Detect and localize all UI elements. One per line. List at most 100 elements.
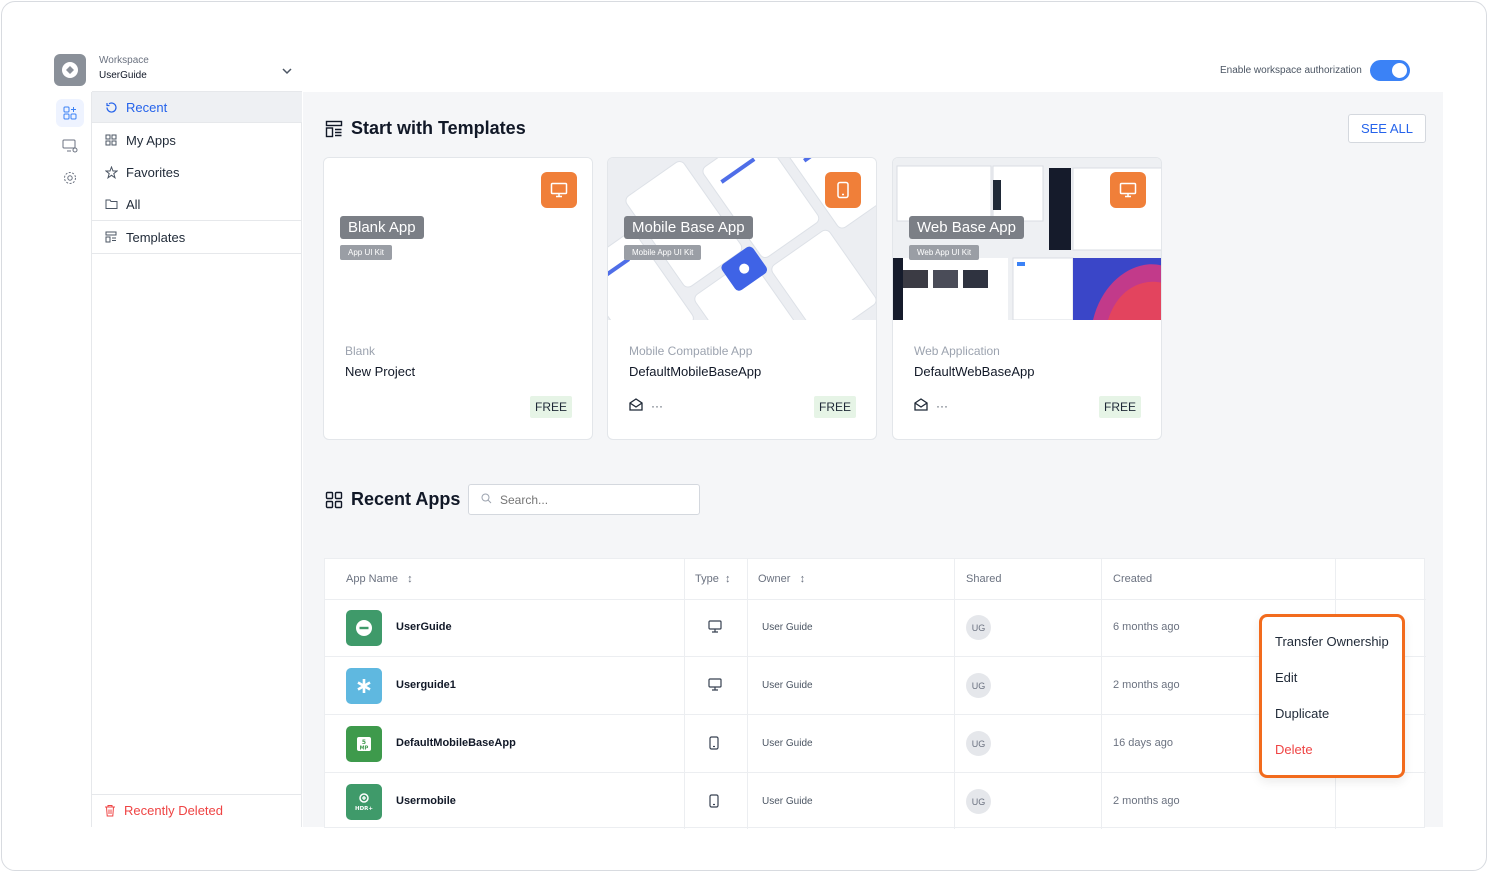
column-header-owner[interactable]: Owner ↕ <box>758 559 805 599</box>
owner: User Guide <box>762 680 813 691</box>
recently-deleted-link[interactable]: Recently Deleted <box>92 794 302 826</box>
sidebar-item-label: My Apps <box>126 132 176 148</box>
app-name[interactable]: Userguide1 <box>396 679 456 691</box>
template-card-blank[interactable]: Blank App App UI Kit Blank New Project F… <box>323 157 593 440</box>
price-badge: FREE <box>529 396 572 418</box>
see-all-button[interactable]: SEE ALL <box>1348 114 1426 143</box>
templates-title: Start with Templates <box>351 118 526 138</box>
avatar: UG <box>966 789 991 814</box>
auth-toggle[interactable] <box>1369 60 1410 81</box>
avatar: UG <box>966 615 991 640</box>
app-name[interactable]: UserGuide <box>396 621 452 633</box>
owner: User Guide <box>762 738 813 749</box>
mobile-icon <box>708 736 720 755</box>
template-card-web[interactable]: Web Base App Web App UI Kit Web Applicat… <box>892 157 1162 440</box>
template-category: Web Application <box>914 344 1000 358</box>
created-date: 16 days ago <box>1113 737 1173 749</box>
sidebar-item-all[interactable]: All <box>92 188 302 220</box>
recently-deleted-label: Recently Deleted <box>124 803 223 818</box>
trash-icon <box>104 804 116 817</box>
search-box[interactable] <box>468 484 700 515</box>
recent-apps-heading: Recent Apps <box>325 489 460 510</box>
context-menu: Transfer Ownership Edit Duplicate Delete <box>1259 614 1405 778</box>
devices-icon[interactable] <box>56 132 84 160</box>
menu-item-edit[interactable]: Edit <box>1275 670 1297 685</box>
menu-item-transfer-ownership[interactable]: Transfer Ownership <box>1275 634 1389 649</box>
template-icon <box>104 230 118 244</box>
app-logo[interactable] <box>54 54 86 86</box>
template-subtag: App UI Kit <box>340 245 393 260</box>
desktop-icon <box>708 620 722 638</box>
minus-circle-icon <box>346 610 382 646</box>
mobile-icon <box>708 794 720 813</box>
owner: User Guide <box>762 796 813 807</box>
template-actions: ··· <box>914 398 948 414</box>
created-date: 6 months ago <box>1113 621 1180 633</box>
asterisk-icon <box>346 668 382 704</box>
template-name: DefaultMobileBaseApp <box>629 364 762 379</box>
app-window: Workspace UserGuide Recent My Apps Favor… <box>1 1 1487 871</box>
workspace-authorization: Enable workspace authorization <box>1220 60 1410 81</box>
avatar: UG <box>966 673 991 698</box>
table-row[interactable]: HDR+ Usermobile User Guide UG 2 months a… <box>325 773 1426 831</box>
workspace-label: Workspace <box>99 55 149 66</box>
star-icon <box>104 165 118 179</box>
template-icon <box>325 120 343 138</box>
template-actions: ··· <box>629 398 663 414</box>
grid-icon <box>104 133 118 147</box>
auth-label: Enable workspace authorization <box>1220 65 1362 76</box>
menu-item-delete[interactable]: Delete <box>1275 742 1313 757</box>
sort-icon: ↕ <box>799 573 806 585</box>
monitor-icon <box>1110 172 1146 208</box>
chevron-down-icon[interactable] <box>281 64 293 82</box>
app-name[interactable]: Usermobile <box>396 795 456 807</box>
search-icon <box>481 493 492 507</box>
hdr-icon: HDR+ <box>346 784 382 820</box>
more-icon[interactable]: ··· <box>651 399 663 413</box>
sidebar-item-my-apps[interactable]: My Apps <box>92 124 302 156</box>
price-badge: FREE <box>813 396 856 418</box>
column-header-app-name[interactable]: App Name ↕ <box>346 559 413 599</box>
sidebar-item-recent[interactable]: Recent <box>92 91 302 123</box>
template-name: DefaultWebBaseApp <box>914 364 1035 379</box>
menu-item-duplicate[interactable]: Duplicate <box>1275 706 1329 721</box>
envelope-open-icon[interactable] <box>629 398 643 414</box>
template-tag: Web Base App <box>909 216 1024 239</box>
grid-icon <box>325 491 343 509</box>
template-tag: Mobile Base App <box>624 216 753 239</box>
created-date: 2 months ago <box>1113 679 1180 691</box>
search-input[interactable] <box>500 492 680 507</box>
monitor-icon <box>541 172 577 208</box>
sidebar: Recent My Apps Favorites All Templates R… <box>92 91 302 827</box>
sidebar-item-favorites[interactable]: Favorites <box>92 156 302 188</box>
sidebar-item-label: Templates <box>126 229 186 245</box>
svg-text:HDR+: HDR+ <box>355 806 373 812</box>
history-icon <box>104 100 118 114</box>
icon-rail <box>48 92 92 827</box>
column-header-type[interactable]: Type ↕ <box>695 559 730 599</box>
folder-icon <box>104 197 118 211</box>
template-category: Blank <box>345 344 376 358</box>
template-subtag: Mobile App UI Kit <box>624 245 702 260</box>
templates-heading: Start with Templates <box>325 118 526 139</box>
app-name[interactable]: DefaultMobileBaseApp <box>396 737 516 749</box>
mp-badge-icon: 5 MP <box>346 726 382 762</box>
template-subtag: Web App UI Kit <box>909 245 980 260</box>
price-badge: FREE <box>1098 396 1141 418</box>
workspace-selector[interactable]: Workspace UserGuide <box>99 55 299 81</box>
apps-icon[interactable] <box>56 99 84 127</box>
envelope-open-icon[interactable] <box>914 398 928 414</box>
desktop-icon <box>708 678 722 696</box>
workspace-name: UserGuide <box>99 70 147 81</box>
template-name: New Project <box>345 364 416 379</box>
sidebar-item-templates[interactable]: Templates <box>92 221 302 253</box>
settings-icon[interactable] <box>56 164 84 192</box>
template-card-mobile[interactable]: Mobile Base App Mobile App UI Kit Mobile… <box>607 157 877 440</box>
sort-icon: ↕ <box>724 573 731 585</box>
owner: User Guide <box>762 622 813 633</box>
more-icon[interactable]: ··· <box>936 399 948 413</box>
template-tag: Blank App <box>340 216 424 239</box>
sidebar-item-label: All <box>126 196 141 212</box>
sidebar-item-label: Favorites <box>126 164 180 180</box>
column-header-shared: Shared <box>966 573 1002 585</box>
